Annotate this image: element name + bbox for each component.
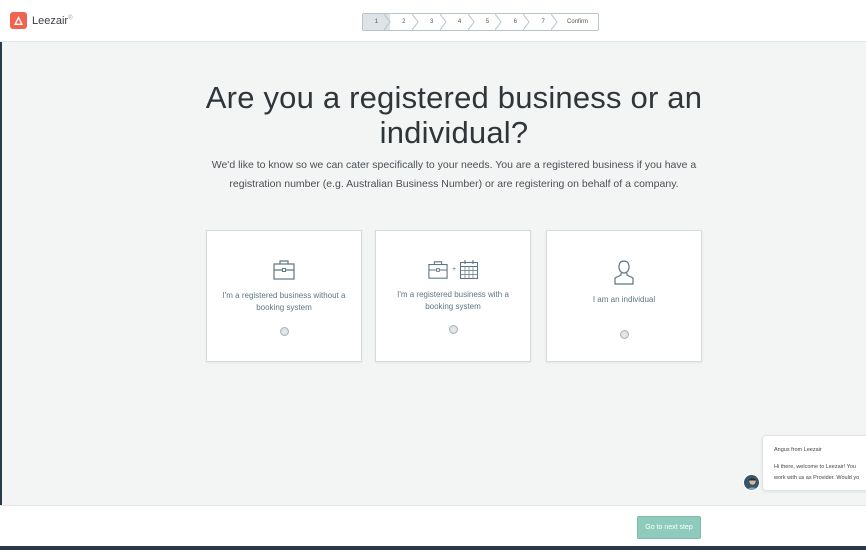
option-radio[interactable] [449, 325, 458, 334]
option-card-business-with-booking[interactable]: + I'm a registered business with a booki… [375, 230, 531, 362]
next-step-button[interactable]: Go to next step [637, 516, 701, 539]
person-icon [614, 260, 634, 285]
option-label: I'm a registered business with a booking… [397, 290, 509, 311]
step-4[interactable]: 4 [446, 14, 475, 30]
option-radio[interactable] [620, 330, 629, 339]
logo-text: Leezair® [32, 14, 73, 27]
page-subtitle: We'd like to know so we can cater specif… [211, 159, 697, 190]
option-label: I'm a registered business without a book… [222, 291, 346, 312]
plus-symbol: + [451, 266, 457, 273]
leezair-logo-icon [10, 12, 27, 29]
step-7[interactable]: 7 [529, 14, 558, 30]
top-header: Leezair® 1 2 3 4 5 6 7 Confirm [0, 0, 866, 42]
footer-bar: Go to next step [0, 505, 866, 550]
briefcase-icon [428, 260, 448, 279]
option-card-business-no-booking[interactable]: I'm a registered business without a book… [206, 230, 362, 362]
step-2[interactable]: 2 [390, 14, 419, 30]
step-5[interactable]: 5 [474, 14, 503, 30]
chat-widget-bubble[interactable]: Angus from Leezair Hi there, welcome to … [762, 435, 866, 491]
step-1[interactable]: 1 [363, 14, 391, 30]
option-radio[interactable] [280, 327, 289, 336]
chat-message: Hi there, welcome to Leezair! You work w… [774, 464, 860, 481]
chat-sender: Angus from Leezair [774, 447, 822, 453]
step-confirm[interactable]: Confirm [557, 14, 598, 30]
calendar-icon [459, 260, 479, 280]
chat-avatar[interactable] [743, 474, 760, 491]
bottom-edge [0, 546, 866, 550]
option-card-individual[interactable]: I am an individual [546, 230, 702, 362]
step-6[interactable]: 6 [501, 14, 530, 30]
step-progress: 1 2 3 4 5 6 7 Confirm [362, 13, 599, 31]
step-3[interactable]: 3 [418, 14, 447, 30]
page-title: Are you a registered business or an indi… [205, 80, 703, 150]
option-label: I am an individual [592, 295, 656, 304]
logo[interactable]: Leezair® [10, 12, 73, 29]
briefcase-icon [273, 260, 295, 280]
